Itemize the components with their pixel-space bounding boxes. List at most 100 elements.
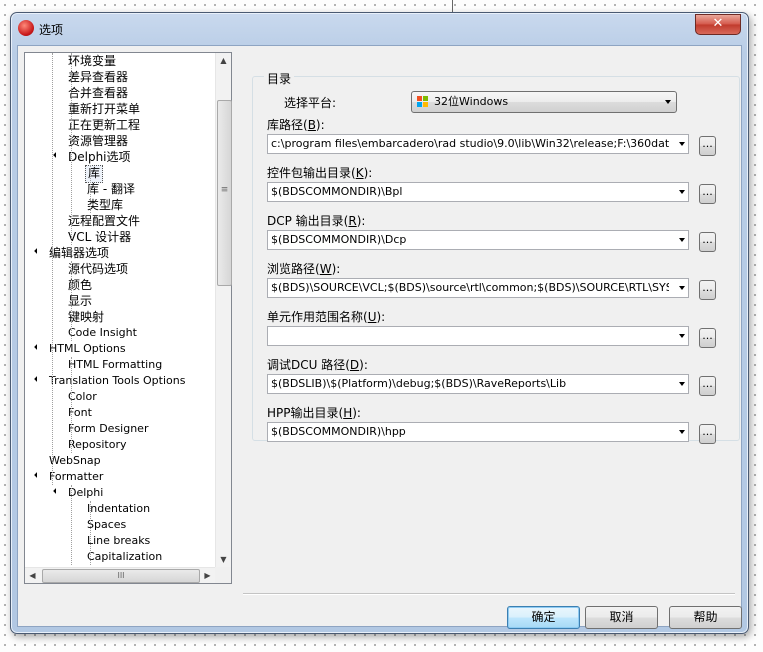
tree-item[interactable]: Formatter (47, 469, 105, 485)
path-value: c:\program files\embarcadero\rad studio\… (271, 137, 669, 150)
tree-item[interactable]: 类型库 (85, 197, 125, 213)
help-button[interactable]: 帮助 (669, 606, 742, 629)
path-combo[interactable]: $(BDS)\SOURCE\VCL;$(BDS)\source\rtl\comm… (267, 278, 689, 298)
path-field-label: 调试DCU 路径(D): (267, 358, 368, 372)
chevron-down-icon (665, 100, 671, 104)
tree-guide-line (71, 485, 72, 565)
path-value: $(BDSCOMMONDIR)\hpp (271, 425, 406, 438)
tree-item[interactable]: HTML Formatting (66, 357, 164, 373)
ok-button[interactable]: 确定 (507, 606, 580, 629)
browse-button[interactable]: ... (699, 280, 716, 300)
expand-triangle-icon[interactable] (53, 488, 59, 494)
title-bar: 选项 ✕ (11, 13, 748, 43)
path-combo[interactable]: $(BDSCOMMONDIR)\hpp (267, 422, 689, 442)
tree-guide-line (71, 261, 72, 341)
tree-item[interactable]: 源代码选项 (66, 261, 130, 277)
expand-triangle-icon[interactable] (34, 344, 40, 350)
tree-item[interactable]: Capitalization (85, 549, 164, 565)
tree-item[interactable]: 远程配置文件 (66, 213, 142, 229)
tree-item[interactable]: Line breaks (85, 533, 152, 549)
browse-button[interactable]: ... (699, 136, 716, 156)
tree-item[interactable]: Indentation (85, 501, 152, 517)
chevron-down-icon[interactable] (679, 142, 685, 146)
browse-button[interactable]: ... (699, 184, 716, 204)
chevron-down-icon[interactable] (679, 430, 685, 434)
cancel-button[interactable]: 取消 (585, 606, 658, 629)
tree-guide-line (52, 53, 53, 485)
scroll-grip-icon: ≡ (220, 185, 229, 195)
path-field-label: HPP输出目录(H): (267, 406, 361, 420)
path-combo[interactable]: $(BDSCOMMONDIR)\Bpl (267, 182, 689, 202)
browse-button[interactable]: ... (699, 328, 716, 348)
path-field-label: 控件包输出目录(K): (267, 166, 373, 180)
tree-guide-line (90, 501, 91, 565)
tree-list: 环境变量 差异查看器 合并查看器 重新打开菜单 正在更新工程 资源管理器 Delphi选项库… (25, 53, 215, 567)
options-dialog: 选项 ✕ 环境变量 差异查看器 合并查看器 重新打开菜单 正在更新工程 资源管理器 Delp… (10, 12, 749, 634)
app-logo-icon (18, 20, 34, 36)
tree-horizontal-scrollbar[interactable]: ◀ III ▶ (25, 567, 215, 583)
tree-vertical-scrollbar[interactable]: ▲ ≡ ▼ (215, 53, 232, 567)
tree-item[interactable]: 编辑器选项 (47, 245, 111, 261)
tree-item[interactable]: 键映射 (66, 309, 106, 325)
path-value: $(BDSLIB)\$(Platform)\debug;$(BDS)\RaveR… (271, 377, 567, 390)
expand-triangle-icon[interactable] (34, 376, 40, 382)
path-combo[interactable]: c:\program files\embarcadero\rad studio\… (267, 134, 689, 154)
chevron-down-icon[interactable] (679, 238, 685, 242)
path-field-label: 单元作用范围名称(U): (267, 310, 386, 324)
tree-item[interactable]: Code Insight (66, 325, 139, 341)
tree-item[interactable]: 库 - 翻译 (85, 181, 137, 197)
tree-item[interactable]: 资源管理器 (66, 133, 130, 149)
browse-button[interactable]: ... (699, 424, 716, 444)
tree-item[interactable]: HTML Options (47, 341, 128, 357)
windows-logo-icon (417, 96, 429, 108)
chevron-down-icon[interactable] (679, 334, 685, 338)
tree-item[interactable]: Translation Tools Options (47, 373, 187, 389)
window-title: 选项 (39, 23, 64, 37)
browse-button[interactable]: ... (699, 376, 716, 396)
close-button[interactable]: ✕ (695, 14, 741, 35)
tree-item[interactable]: 环境变量 (66, 53, 118, 69)
scroll-up-arrow-icon[interactable]: ▲ (216, 53, 231, 68)
path-combo[interactable] (267, 326, 689, 346)
path-value (271, 327, 669, 345)
platform-value: 32位Windows (434, 95, 509, 108)
platform-label: 选择平台: (284, 96, 337, 110)
tree-item[interactable]: 差异查看器 (66, 69, 130, 85)
group-title: 目录 (264, 70, 295, 87)
tree-item[interactable]: 正在更新工程 (66, 117, 142, 133)
browse-button[interactable]: ... (699, 232, 716, 252)
expand-triangle-icon[interactable] (53, 152, 59, 158)
tree-guide-line (90, 165, 91, 213)
path-field-label: 库路径(B): (267, 118, 325, 132)
tree-item[interactable]: Delphi选项 (66, 149, 133, 165)
tree-item[interactable]: 重新打开菜单 (66, 101, 142, 117)
path-field-label: DCP 输出目录(R): (267, 214, 366, 228)
expand-triangle-icon[interactable] (34, 248, 40, 254)
scroll-right-arrow-icon[interactable]: ▶ (200, 568, 215, 583)
path-field-label: 浏览路径(W): (267, 262, 341, 276)
tree-item[interactable]: Spaces (85, 517, 128, 533)
scroll-left-arrow-icon[interactable]: ◀ (25, 568, 40, 583)
path-value: $(BDSCOMMONDIR)\Bpl (271, 185, 403, 198)
path-value: $(BDSCOMMONDIR)\Dcp (271, 233, 407, 246)
tree-horizontal-scroll-thumb[interactable]: III (42, 569, 200, 583)
path-combo[interactable]: $(BDSCOMMONDIR)\Dcp (267, 230, 689, 250)
path-combo[interactable]: $(BDSLIB)\$(Platform)\debug;$(BDS)\RaveR… (267, 374, 689, 394)
tree-item[interactable]: 合并查看器 (66, 85, 130, 101)
platform-select[interactable]: 32位Windows (411, 91, 677, 113)
tree-item[interactable]: VCL 设计器 (66, 229, 133, 245)
dialog-client-area: 环境变量 差异查看器 合并查看器 重新打开菜单 正在更新工程 资源管理器 Delphi选项库… (17, 45, 742, 629)
chevron-down-icon[interactable] (679, 286, 685, 290)
chevron-down-icon[interactable] (679, 382, 685, 386)
expand-triangle-icon[interactable] (34, 472, 40, 478)
tree-guide-line (71, 53, 72, 245)
scroll-down-arrow-icon[interactable]: ▼ (216, 552, 231, 567)
options-tree[interactable]: 环境变量 差异查看器 合并查看器 重新打开菜单 正在更新工程 资源管理器 Delphi选项库… (24, 52, 232, 584)
button-separator (243, 593, 735, 595)
tree-vertical-scroll-thumb[interactable]: ≡ (217, 100, 232, 286)
chevron-down-icon[interactable] (679, 190, 685, 194)
tree-item[interactable]: Repository (66, 437, 129, 453)
scrollbar-corner (215, 567, 231, 583)
tree-item[interactable]: WebSnap (47, 453, 103, 469)
tree-item[interactable]: Form Designer (66, 421, 150, 437)
